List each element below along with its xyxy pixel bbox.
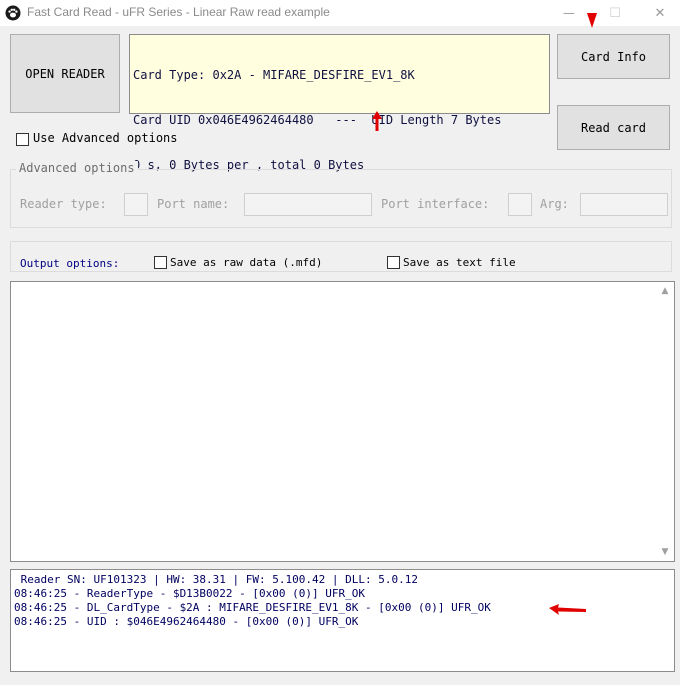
log-line-reader-sn: Reader SN: UF101323 | HW: 38.31 | FW: 5.… (14, 573, 418, 586)
arrow-left-log-icon (549, 604, 586, 615)
card-info-label: Card Info (580, 49, 647, 64)
save-text-label: Save as text file (403, 256, 516, 269)
port-interface-input[interactable] (508, 193, 532, 216)
arg-label: Arg: (540, 197, 569, 211)
output-text-area[interactable] (10, 281, 675, 562)
close-icon: ✕ (654, 5, 666, 21)
arg-input[interactable] (580, 193, 668, 216)
open-reader-button[interactable]: OPEN READER (10, 34, 120, 113)
read-card-button[interactable]: Read card (557, 105, 670, 150)
card-type-line: Card Type: 0x2A - MIFARE_DESFIRE_EV1_8K (133, 68, 415, 82)
minimize-icon: — (563, 6, 575, 20)
reader-type-label: Reader type: (20, 197, 107, 211)
scroll-up-icon[interactable]: ▲ (657, 283, 673, 299)
card-info-panel: Card Type: 0x2A - MIFARE_DESFIRE_EV1_8K … (129, 34, 550, 172)
port-name-input[interactable] (244, 193, 372, 216)
use-advanced-label: Use Advanced options (33, 131, 178, 145)
save-raw-checkbox[interactable] (154, 256, 167, 269)
close-button[interactable]: ✕ (637, 0, 680, 26)
port-interface-label: Port interface: (381, 197, 490, 211)
open-reader-label: OPEN READER (25, 66, 105, 81)
save-text-checkbox[interactable] (387, 256, 400, 269)
log-area[interactable]: Reader SN: UF101323 | HW: 38.31 | FW: 5.… (10, 569, 675, 672)
window-title: Fast Card Read - uFR Series - Linear Raw… (27, 5, 330, 19)
output-options-label: Output options: (20, 257, 120, 270)
log-line-reader-type: 08:46:25 - ReaderType - $D13B0022 - [0x0… (14, 587, 365, 600)
port-name-label: Port name: (157, 197, 230, 211)
log-line-uid: 08:46:25 - UID : $046E4962464480 - [0x00… (14, 615, 359, 628)
card-info-button[interactable]: Card Info (557, 34, 670, 79)
title-bar: Fast Card Read - uFR Series - Linear Raw… (0, 0, 680, 26)
reader-type-input[interactable] (124, 193, 148, 216)
scroll-down-icon[interactable]: ▼ (657, 544, 673, 560)
arrow-up-info-panel-icon (372, 111, 382, 131)
use-advanced-checkbox[interactable] (16, 133, 29, 146)
paw-icon (5, 5, 21, 21)
maximize-icon: ☐ (609, 5, 621, 21)
advanced-options-title: Advanced options (16, 161, 138, 175)
card-uid-line: Card UID 0x046E4962464480 --- UID Length… (133, 113, 502, 127)
read-card-label: Read card (580, 120, 647, 135)
arrow-down-card-info-icon (587, 13, 597, 28)
save-raw-label: Save as raw data (.mfd) (170, 256, 323, 269)
